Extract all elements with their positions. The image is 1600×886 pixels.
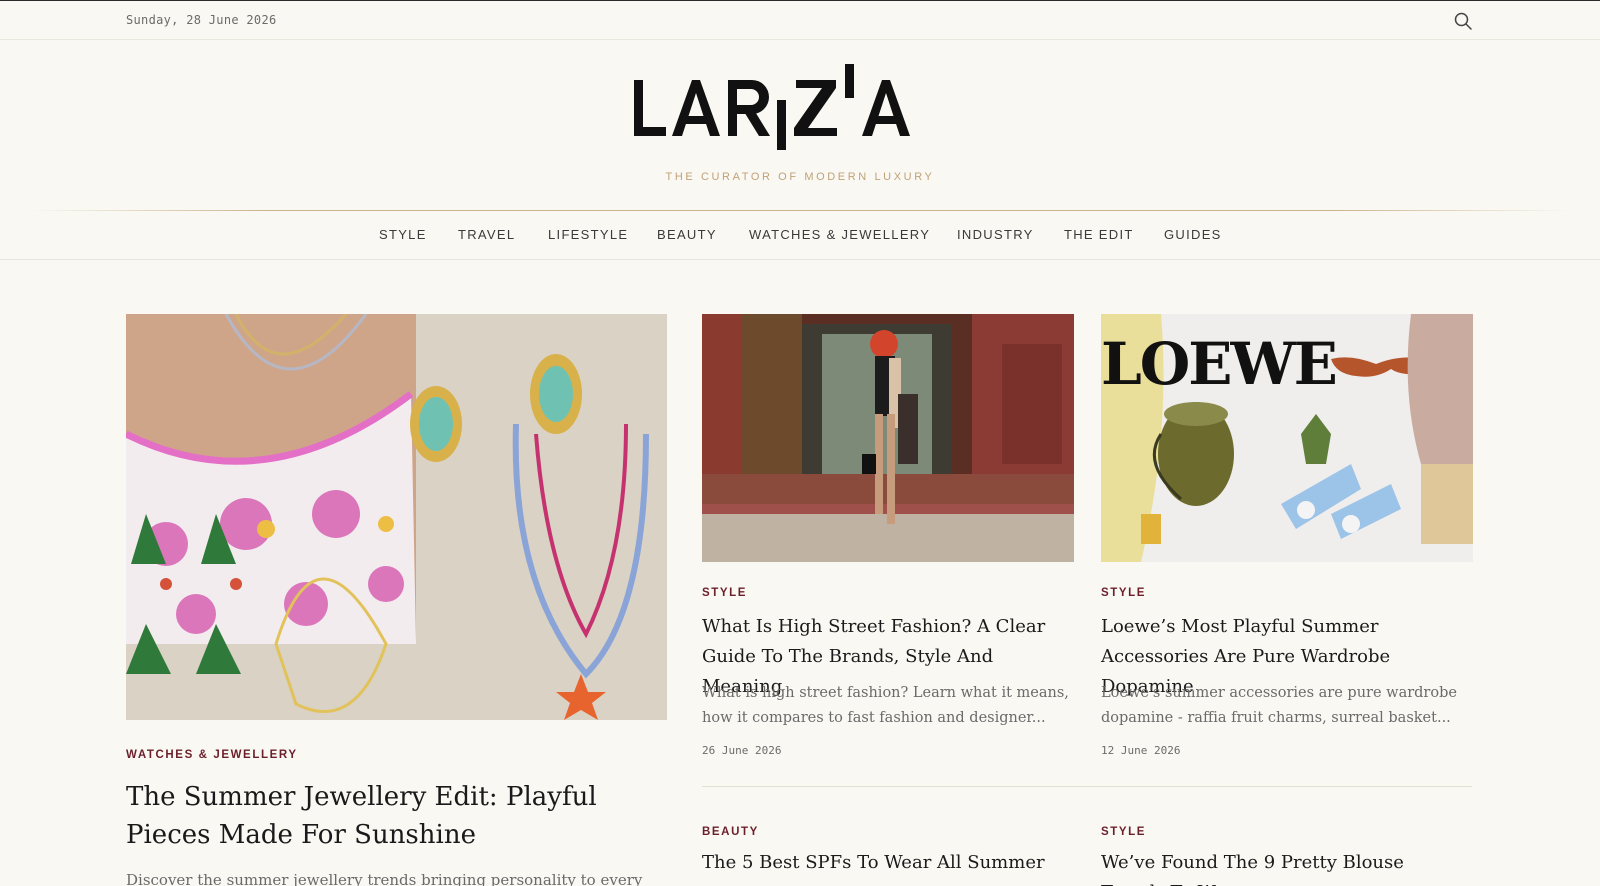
top-bar: Sunday, 28 June 2026 — [0, 0, 1600, 40]
nav-style[interactable]: STYLE — [379, 227, 427, 242]
article-divider — [702, 786, 1472, 787]
article-category[interactable]: STYLE — [1101, 826, 1146, 838]
article-image-loewe[interactable]: LOEWE — [1101, 314, 1473, 562]
logo-mark[interactable] — [630, 58, 970, 158]
article-date: 12 June 2026 — [1101, 744, 1181, 757]
loewe-image-text: LOEWE — [1101, 330, 1336, 398]
article-date: 26 June 2026 — [702, 744, 782, 757]
nav-guides[interactable]: GUIDES — [1164, 227, 1222, 242]
featured-excerpt: Discover the summer jewellery trends bri… — [126, 871, 643, 886]
article-category[interactable]: STYLE — [1101, 587, 1146, 599]
search-icon[interactable] — [1453, 11, 1473, 31]
nav-beauty[interactable]: BEAUTY — [657, 227, 717, 242]
nav-watches-jewellery[interactable]: WATCHES & JEWELLERY — [749, 227, 930, 242]
nav-the-edit[interactable]: THE EDIT — [1064, 227, 1134, 242]
current-date: Sunday, 28 June 2026 — [126, 13, 277, 27]
featured-category[interactable]: WATCHES & JEWELLERY — [126, 749, 298, 761]
article-title[interactable]: We’ve Found The 9 Pretty Blouse Trends T… — [1101, 848, 1471, 886]
site-logo[interactable] — [0, 58, 1600, 163]
nav-lifestyle[interactable]: LIFESTYLE — [548, 227, 628, 242]
article-title[interactable]: The 5 Best SPFs To Wear All Summer — [702, 848, 1072, 878]
article-excerpt: What is high street fashion? Learn what … — [702, 685, 1069, 726]
nav-travel[interactable]: TRAVEL — [458, 227, 515, 242]
tagline: THE CURATOR OF MODERN LUXURY — [665, 171, 935, 183]
main-nav: STYLE TRAVEL LIFESTYLE BEAUTY WATCHES & … — [0, 211, 1600, 260]
article-category[interactable]: BEAUTY — [702, 826, 759, 838]
article-excerpt: Loewe's summer accessories are pure ward… — [1101, 685, 1457, 726]
article-image-high-street[interactable] — [702, 314, 1074, 562]
article-category[interactable]: STYLE — [702, 587, 747, 599]
featured-title[interactable]: The Summer Jewellery Edit: Playful Piece… — [126, 778, 666, 854]
featured-image[interactable] — [126, 314, 667, 720]
nav-industry[interactable]: INDUSTRY — [957, 227, 1034, 242]
